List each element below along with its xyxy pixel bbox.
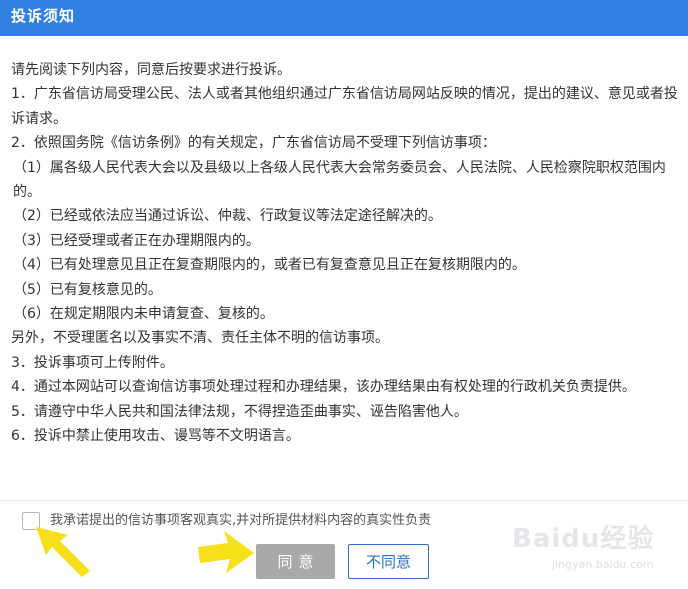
notice-item: 4．通过本网站可以查询信访事项处理过程和办理结果，该办理结果由有权处理的行政机关… (11, 379, 636, 396)
notice-item: 2．依照国务院《信访条例》的有关规定，广东省信访局不受理下列信访事项： (11, 135, 496, 152)
notice-subitem: （3）已经受理或者正在办理期限内的。 (13, 232, 260, 249)
dialog-title: 投诉须知 (11, 7, 76, 25)
disagree-button[interactable]: 不同意 (348, 544, 429, 579)
notice-subitem: （4）已有处理意见且正在复查期限内的，或者已有复查意见且正在复核期限内的。 (13, 257, 526, 274)
annotation-arrow-icon (36, 527, 90, 577)
notice-subitem: （1）属各级人民代表大会以及县级以上各级人民代表大会常务委员会、人民法院、人民检… (13, 159, 666, 201)
notice-subitem: （2）已经或依法应当通过诉讼、仲裁、行政复议等法定途径解决的。 (13, 208, 442, 225)
notice-item: 1．广东省信访局受理公民、法人或者其他组织通过广东省信访局网站反映的情况，提出的… (11, 86, 678, 127)
notice-item: 另外，不受理匿名以及事实不清、责任主体不明的信访事项。 (11, 330, 389, 347)
watermark-main: Baidu经验 (512, 524, 655, 554)
complaint-notice-dialog: 投诉须知 请先阅读下列内容，同意后按要求进行投诉。 1．广东省信访局受理公民、法… (0, 0, 688, 589)
notice-item: 5．请遵守中华人民共和国法律法规，不得捏造歪曲事实、诬告陷害他人。 (11, 403, 468, 420)
notice-subitem: （5）已有复核意见的。 (13, 281, 162, 298)
baidu-watermark: Baidu经验 jingyan.baidu.com (512, 518, 682, 580)
notice-subitem: （6）在规定期限内未申请复查、复核的。 (13, 306, 274, 323)
agree-button[interactable]: 同意 (256, 544, 335, 579)
watermark-sub: jingyan.baidu.com (552, 558, 654, 571)
annotation-arrow-icon (198, 531, 254, 573)
notice-content: 请先阅读下列内容，同意后按要求进行投诉。 1．广东省信访局受理公民、法人或者其他… (11, 58, 679, 449)
notice-item: 6．投诉中禁止使用攻击、谩骂等不文明语言。 (11, 428, 300, 445)
dialog-title-bar: 投诉须知 (0, 0, 688, 36)
notice-intro: 请先阅读下列内容，同意后按要求进行投诉。 (11, 62, 291, 78)
notice-item: 3．投诉事项可上传附件。 (11, 354, 174, 371)
